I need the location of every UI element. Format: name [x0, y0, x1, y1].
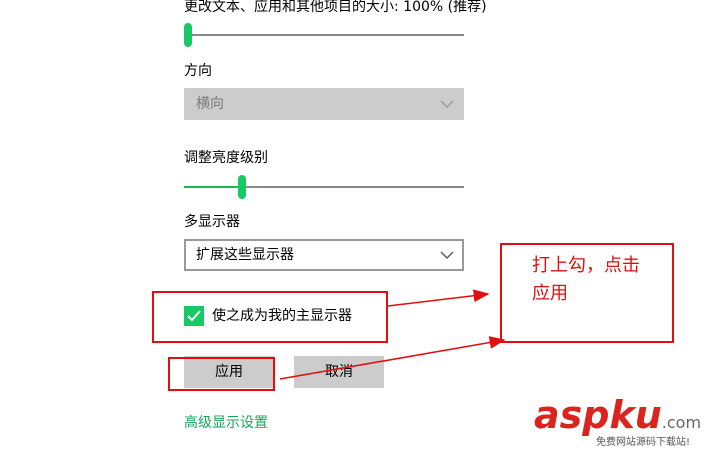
aspku-tagline: 免费网站源码下载站!: [596, 437, 691, 448]
annotation-arrows: [279, 289, 506, 380]
aspku-watermark: aspku.com 免费网站源码下载站!: [534, 394, 701, 448]
arrow-to-apply: [279, 336, 506, 380]
arrow-to-checkbox: [387, 289, 490, 307]
